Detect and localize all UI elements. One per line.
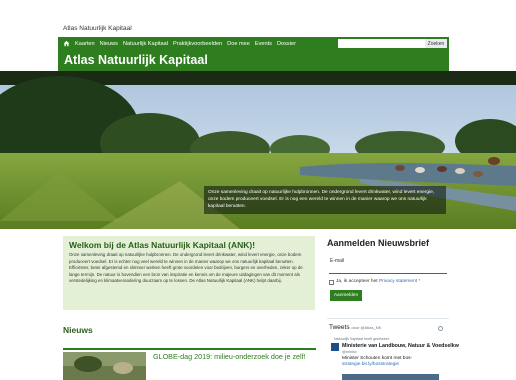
info-icon[interactable] [438,326,443,331]
nav-items: Kaarten Nieuws Natuurlijk Kapitaal Prakt… [75,37,301,50]
tweets-by-handle[interactable]: door @Atlas_NK [351,325,381,330]
title-band: Atlas Natuurlijk Kapitaal [58,50,449,71]
site-name[interactable]: Atlas Natuurlijk Kapitaal [63,25,132,32]
news-thumbnail[interactable] [63,352,146,380]
tweet-text: Minister Schouten komt met bos- strategi… [342,356,442,368]
nav-item-doe-mee[interactable]: Doe mee [227,41,250,47]
page: Atlas Natuurlijk Kapitaal Kaarten Nieuws… [0,0,516,380]
consent-text: Ja, ik accepteer het [336,279,378,284]
nav-item-natuurlijk-kapitaal[interactable]: Natuurlijk Kapitaal [123,41,168,47]
twitter-widget: Tweets door @Atlas_NK Natuurlijk Kapitaa… [327,318,459,380]
required-marker: * [418,279,421,284]
tweet-author[interactable]: Ministerie van Landbouw, Natuur & Voedse… [342,343,459,349]
newsletter-title: Aanmelden Nieuwsbrief [327,238,430,248]
tweet-link[interactable]: strategie.bit.ly/bosstrategie [342,362,399,367]
tweet-handle[interactable]: @minlnv [342,350,357,354]
top-bar: Atlas Natuurlijk Kapitaal [0,0,516,37]
retweet-note: Natuurlijk Kapitaal heeft geretweet [334,337,389,341]
tweets-title: Tweets [329,324,350,331]
page-title: Atlas Natuurlijk Kapitaal [64,53,208,67]
avatar[interactable] [331,343,339,351]
news-divider [63,348,316,350]
search-button[interactable]: Zoeken [425,39,447,48]
nav-item-nieuws[interactable]: Nieuws [100,41,118,47]
tweet-text-body: Minister Schouten komt met bos- [342,356,413,361]
nav-item-kaarten[interactable]: Kaarten [75,41,95,47]
email-label: E-mail [330,258,345,264]
search-input[interactable] [338,39,425,48]
nav-item-events[interactable]: Events [255,41,272,47]
welcome-body: Onze samenleving draait op natuurlijke h… [69,252,303,283]
news-thumbnail-image [63,352,146,380]
subscribe-button[interactable]: Aanmelden [330,290,362,301]
email-field[interactable] [329,265,447,274]
tweets-heading: Tweets door @Atlas_NK [329,324,381,331]
consent-checkbox[interactable] [329,280,334,285]
hero-banner: Onze samenleving draait op natuurlijke h… [0,71,516,229]
privacy-statement-link[interactable]: Privacy statement [379,279,417,284]
news-item-title[interactable]: GLOBE-dag 2019: milieu-onderzoek doe je … [153,352,318,361]
news-heading: Nieuws [63,325,93,335]
nav-item-dossier[interactable]: Dossier [277,41,296,47]
hero-caption: Onze samenleving draait op natuurlijke h… [204,186,446,214]
tweet-media[interactable] [342,374,439,380]
welcome-panel: Welkom bij de Atlas Natuurlijk Kapitaal … [63,236,315,310]
welcome-title: Welkom bij de Atlas Natuurlijk Kapitaal … [69,240,256,250]
consent-label: Ja, ik accepteer het Privacy statement * [336,279,420,284]
main-navigation: Kaarten Nieuws Natuurlijk Kapitaal Prakt… [58,37,449,50]
hero-caption-text: Onze samenleving draait op natuurlijke h… [208,190,435,209]
nav-item-praktijkvoorbeelden[interactable]: Praktijkvoorbeelden [173,41,222,47]
home-icon[interactable] [61,38,72,49]
